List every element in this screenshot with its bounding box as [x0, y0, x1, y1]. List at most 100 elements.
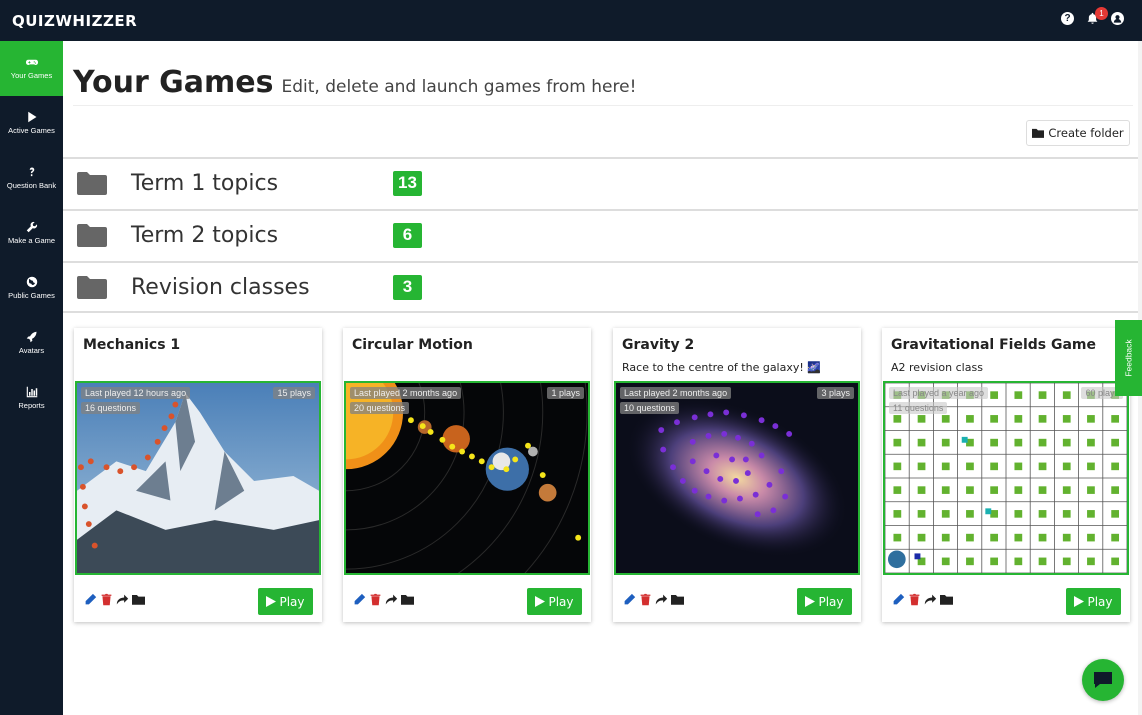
last-played-tag: Last played 2 months ago [350, 387, 462, 399]
feedback-label: Feedback [1123, 339, 1134, 377]
board-square-marker [941, 415, 950, 423]
share-arrow-icon[interactable] [385, 593, 398, 606]
folder-row[interactable]: Revision classes 3 [63, 261, 1142, 313]
game-description: Race to the centre of the galaxy! 🌌 [622, 361, 821, 374]
edit-pencil-icon[interactable] [353, 593, 366, 606]
question-count-tag: 16 questions [81, 402, 141, 414]
board-square-marker [1014, 510, 1023, 518]
sidebar-item-question-bank[interactable]: Question Bank [0, 151, 63, 206]
board-square-marker [917, 486, 926, 494]
board-square-marker [1111, 533, 1120, 542]
play-icon [535, 596, 546, 607]
delete-trash-icon[interactable] [908, 593, 921, 606]
sidebar-item-label: Reports [18, 401, 45, 411]
board-square-marker [941, 438, 950, 447]
play-button[interactable]: Play [797, 588, 852, 615]
help-icon[interactable]: ? [1061, 12, 1074, 25]
delete-trash-icon[interactable] [100, 593, 113, 606]
share-arrow-icon[interactable] [116, 593, 129, 606]
board-square-marker [893, 462, 902, 471]
folder-count-badge: 6 [393, 222, 422, 248]
folder-icon [77, 224, 107, 247]
folder-count-badge: 3 [393, 274, 422, 300]
chat-button[interactable] [1082, 659, 1124, 701]
question-count-tag: 10 questions [620, 402, 680, 414]
move-folder-icon[interactable] [401, 593, 414, 606]
board-square-marker [1038, 391, 1047, 399]
board-square-marker [1014, 486, 1023, 494]
header-divider [73, 105, 1133, 106]
board-square-marker [990, 415, 999, 423]
board-square-marker [893, 510, 902, 518]
play-icon [27, 111, 36, 123]
game-thumbnail[interactable]: Last played a year ago 60 plays 11 quest… [883, 381, 1129, 575]
sidebar-item-label: Your Games [10, 71, 53, 81]
edit-pencil-icon[interactable] [892, 593, 905, 606]
notification-badge: 1 [1095, 7, 1108, 20]
play-icon [805, 596, 816, 607]
board-square-marker [941, 533, 950, 542]
board-square-marker [917, 415, 926, 423]
board-square-marker [941, 510, 950, 518]
question-icon [29, 167, 34, 177]
sidebar-item-label: Avatars [18, 346, 45, 356]
board-square-marker [1087, 557, 1095, 566]
board-square-marker [1087, 486, 1095, 494]
plays-count-tag: 3 plays [817, 387, 854, 399]
board-square-marker [1087, 462, 1095, 471]
board-square-marker [1062, 438, 1071, 447]
app-logo[interactable]: QUIZWHIZZER [12, 12, 137, 30]
page-subtitle: Edit, delete and launch games from here! [281, 77, 637, 97]
board-square-marker [1014, 557, 1023, 566]
board-square-marker [917, 438, 926, 447]
sidebar-item-avatars[interactable]: Avatars [0, 316, 63, 371]
board-square-marker [1038, 462, 1047, 471]
board-square-marker [917, 462, 926, 471]
board-square-marker [1038, 533, 1047, 542]
board-square-marker [1111, 557, 1120, 566]
game-card: Gravitational Fields Game A2 revision cl… [882, 328, 1130, 622]
feedback-tab[interactable]: Feedback [1115, 320, 1142, 396]
move-folder-icon[interactable] [940, 593, 953, 606]
share-arrow-icon[interactable] [655, 593, 668, 606]
chart-icon [26, 386, 37, 398]
question-count-tag: 20 questions [350, 402, 410, 414]
sidebar-item-your-games[interactable]: Your Games [0, 41, 63, 96]
play-button[interactable]: Play [527, 588, 582, 615]
folder-row[interactable]: Term 2 topics 6 [63, 209, 1142, 259]
page-header: Your Games Edit, delete and launch games… [73, 65, 636, 100]
board-square-marker [1062, 533, 1071, 542]
game-thumbnail[interactable]: Last played 2 months ago 1 plays 20 ques… [344, 381, 590, 575]
create-folder-label: Create folder [1048, 126, 1124, 140]
edit-pencil-icon[interactable] [623, 593, 636, 606]
sidebar-item-active-games[interactable]: Active Games [0, 96, 63, 151]
play-button[interactable]: Play [1066, 588, 1121, 615]
sidebar-item-make-a-game[interactable]: Make a Game [0, 206, 63, 261]
user-account-icon[interactable] [1111, 12, 1124, 25]
game-card: Mechanics 1 Last played 12 hours ago 15 … [74, 328, 322, 622]
edit-pencil-icon[interactable] [84, 593, 97, 606]
delete-trash-icon[interactable] [369, 593, 382, 606]
board-square-marker [990, 557, 999, 566]
move-folder-icon[interactable] [671, 593, 684, 606]
sidebar-item-reports[interactable]: Reports [0, 371, 63, 426]
move-folder-icon[interactable] [132, 593, 145, 606]
game-title: Gravity 2 [622, 337, 695, 353]
last-played-tag: Last played a year ago [889, 387, 989, 399]
board-square-marker [1062, 510, 1071, 518]
globe-icon [26, 276, 37, 288]
board-square-marker [990, 510, 999, 518]
folder-name: Term 2 topics [131, 222, 279, 248]
share-arrow-icon[interactable] [924, 593, 937, 606]
notifications-bell-icon[interactable]: 1 [1086, 7, 1108, 25]
board-square-marker [1014, 462, 1023, 471]
create-folder-button[interactable]: Create folder [1026, 120, 1130, 146]
game-thumbnail[interactable]: Last played 2 months ago 3 plays 10 ques… [614, 381, 860, 575]
sidebar-item-public-games[interactable]: Public Games [0, 261, 63, 316]
board-square-marker [1111, 415, 1120, 423]
play-button[interactable]: Play [258, 588, 313, 615]
board-square-marker [1087, 510, 1095, 518]
game-thumbnail[interactable]: Last played 12 hours ago 15 plays 16 que… [75, 381, 321, 575]
delete-trash-icon[interactable] [639, 593, 652, 606]
folder-row[interactable]: Term 1 topics 13 [63, 157, 1142, 207]
